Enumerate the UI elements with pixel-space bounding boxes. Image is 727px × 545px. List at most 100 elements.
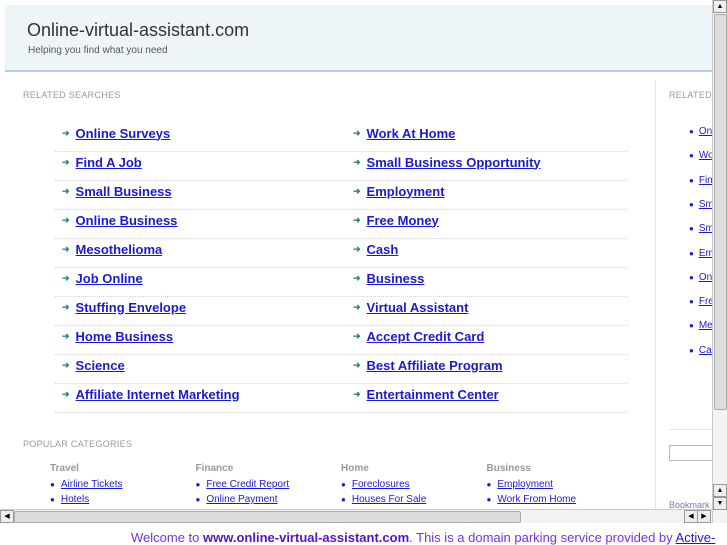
- bullet-icon: ●: [689, 151, 694, 161]
- related-item: ➜ Virtual Assistant: [353, 297, 468, 317]
- category-item: ● Hotels: [50, 494, 123, 505]
- sidebar-link[interactable]: Small Business: [699, 199, 712, 210]
- arrow-icon: ➜: [62, 301, 70, 312]
- related-link[interactable]: Find A Job: [76, 155, 142, 170]
- category-link[interactable]: Work From Home: [497, 494, 576, 505]
- related-link[interactable]: Best Affiliate Program: [367, 358, 503, 373]
- sidebar-link[interactable]: Small Business Opportunity: [699, 223, 712, 234]
- related-link[interactable]: Affiliate Internet Marketing: [76, 387, 240, 402]
- related-link[interactable]: Small Business: [76, 184, 172, 199]
- category-link[interactable]: Airline Tickets: [61, 479, 123, 490]
- scroll-left-icon[interactable]: ◀: [0, 510, 14, 523]
- related-item: ➜ Stuffing Envelope: [62, 297, 186, 317]
- sidebar-link[interactable]: Free Money: [699, 296, 712, 307]
- footer-text: . This is a domain parking service provi…: [409, 530, 676, 545]
- vertical-scroll-thumb[interactable]: [714, 14, 727, 410]
- category-link[interactable]: Free Credit Report: [206, 479, 289, 490]
- bullet-icon: ●: [341, 480, 346, 489]
- category-link[interactable]: Employment: [497, 479, 553, 490]
- footer-provider-link[interactable]: Active-: [676, 530, 716, 545]
- sidebar-item: ● Mesothelioma: [689, 320, 712, 331]
- bullet-icon: ●: [341, 495, 346, 504]
- related-link[interactable]: Virtual Assistant: [367, 300, 469, 315]
- arrow-icon: ➜: [353, 359, 361, 370]
- vertical-scrollbar[interactable]: ▲ ▲ ▼: [712, 0, 727, 523]
- site-title: Online-virtual-assistant.com: [27, 20, 250, 40]
- related-link[interactable]: Stuffing Envelope: [76, 300, 187, 315]
- related-item: ➜ Employment: [353, 181, 445, 201]
- sidebar-link[interactable]: Work At Home: [699, 150, 712, 161]
- sidebar-item: ● Online Surveys: [689, 126, 712, 137]
- related-row: ➜ Stuffing Envelope ➜ Virtual Assistant: [55, 297, 628, 326]
- related-link[interactable]: Online Surveys: [76, 126, 171, 141]
- bookmark-link[interactable]: Bookmark: [669, 500, 710, 509]
- sidebar-link[interactable]: Online Business: [699, 272, 712, 283]
- arrow-icon: ➜: [353, 214, 361, 225]
- related-link[interactable]: Mesothelioma: [76, 242, 163, 257]
- arrow-icon: ➜: [62, 243, 70, 254]
- category-item: ● Employment: [487, 479, 577, 490]
- site-tagline: Helping you find what you need: [28, 45, 168, 56]
- footer-domain: www.online-virtual-assistant.com: [203, 530, 410, 545]
- related-row: ➜ Online Surveys ➜ Work At Home: [55, 123, 628, 152]
- arrow-icon: ➜: [353, 301, 361, 312]
- related-link[interactable]: Entertainment Center: [367, 387, 499, 402]
- horizontal-scrollbar[interactable]: ◀ ◀ ▶: [0, 509, 712, 523]
- arrow-icon: ➜: [62, 272, 70, 283]
- related-link[interactable]: Job Online: [76, 271, 143, 286]
- related-item: ➜ Best Affiliate Program: [353, 355, 503, 375]
- related-link[interactable]: Work At Home: [367, 126, 456, 141]
- sidebar-link[interactable]: Find A Job: [699, 175, 712, 186]
- arrow-icon: ➜: [62, 330, 70, 341]
- bullet-icon: ●: [689, 345, 694, 355]
- footer-text: Welcome to: [131, 530, 204, 545]
- sidebar-item: ● Work At Home: [689, 150, 712, 161]
- scroll-up-icon[interactable]: ▲: [713, 484, 727, 497]
- bullet-icon: ●: [689, 248, 694, 258]
- related-link[interactable]: Online Business: [76, 213, 178, 228]
- bullet-icon: ●: [689, 224, 694, 234]
- sidebar-link[interactable]: Cash: [699, 345, 712, 356]
- related-link[interactable]: Small Business Opportunity: [367, 155, 541, 170]
- related-link[interactable]: Employment: [367, 184, 445, 199]
- arrow-icon: ➜: [353, 156, 361, 167]
- sidebar-link[interactable]: Mesothelioma: [699, 320, 712, 331]
- related-item: ➜ Entertainment Center: [353, 384, 499, 404]
- related-link[interactable]: Business: [367, 271, 425, 286]
- related-link[interactable]: Cash: [367, 242, 399, 257]
- related-item: ➜ Online Surveys: [62, 123, 170, 143]
- category-link[interactable]: Online Payment: [206, 494, 277, 505]
- arrow-icon: ➜: [62, 156, 70, 167]
- arrow-icon: ➜: [62, 359, 70, 370]
- category-link[interactable]: Foreclosures: [352, 479, 410, 490]
- scroll-down-icon[interactable]: ▼: [713, 497, 727, 510]
- arrow-icon: ➜: [353, 185, 361, 196]
- scroll-right-icon[interactable]: ▶: [697, 510, 711, 523]
- related-link[interactable]: Science: [76, 358, 125, 373]
- related-link[interactable]: Home Business: [76, 329, 174, 344]
- category-item: ● Houses For Sale: [341, 494, 426, 505]
- bullet-icon: ●: [689, 199, 694, 209]
- sidebar-item: ● Small Business Opportunity: [689, 223, 712, 234]
- arrow-icon: ➜: [62, 185, 70, 196]
- related-item: ➜ Job Online: [62, 268, 143, 288]
- sidebar-item: ● Find A Job: [689, 175, 712, 186]
- parked-page-frame: Online-virtual-assistant.com Helping you…: [0, 0, 712, 509]
- related-link[interactable]: Free Money: [367, 213, 439, 228]
- sidebar-link[interactable]: Online Surveys: [699, 126, 712, 137]
- related-row: ➜ Science ➜ Best Affiliate Program: [55, 355, 628, 384]
- scroll-left-icon[interactable]: ◀: [684, 510, 698, 523]
- horizontal-scroll-thumb[interactable]: [14, 511, 521, 523]
- bullet-icon: ●: [689, 272, 694, 282]
- related-item: ➜ Cash: [353, 239, 398, 259]
- category-link[interactable]: Houses For Sale: [352, 494, 426, 505]
- arrow-icon: ➜: [353, 330, 361, 341]
- header: Online-virtual-assistant.com Helping you…: [5, 5, 712, 72]
- related-link[interactable]: Accept Credit Card: [367, 329, 485, 344]
- related-searches-heading: RELATED SEARCHES: [23, 90, 121, 100]
- sidebar-search-input[interactable]: [669, 445, 712, 461]
- category-link[interactable]: Hotels: [61, 494, 89, 505]
- related-item: ➜ Affiliate Internet Marketing: [62, 384, 240, 404]
- sidebar-link[interactable]: Employment: [699, 248, 712, 259]
- scroll-up-icon[interactable]: ▲: [713, 0, 727, 13]
